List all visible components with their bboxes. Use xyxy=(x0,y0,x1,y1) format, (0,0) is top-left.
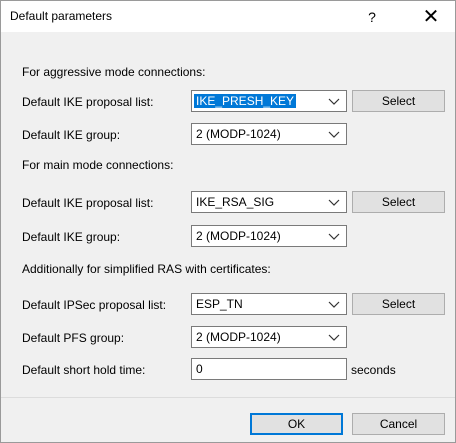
chevron-down-icon xyxy=(328,334,340,341)
close-button[interactable]: ✕ xyxy=(413,4,449,30)
main-select-button[interactable]: Select xyxy=(352,191,445,213)
short-hold-label: Default short hold time: xyxy=(22,363,146,377)
chevron-down-icon xyxy=(328,199,340,206)
aggressive-ike-group-value: 2 (MODP-1024) xyxy=(196,127,281,141)
ipsec-proposal-value: ESP_TN xyxy=(196,297,243,311)
short-hold-unit: seconds xyxy=(351,363,396,377)
aggressive-ike-group-select[interactable]: 2 (MODP-1024) xyxy=(191,123,347,145)
pfs-group-select[interactable]: 2 (MODP-1024) xyxy=(191,326,347,348)
chevron-down-icon xyxy=(328,233,340,240)
cancel-button[interactable]: Cancel xyxy=(352,413,445,435)
ok-button[interactable]: OK xyxy=(250,413,343,435)
aggressive-ike-proposal-value: IKE_PRESH_KEY xyxy=(194,94,297,108)
aggressive-select-button[interactable]: Select xyxy=(352,90,445,112)
chevron-down-icon xyxy=(328,131,340,138)
main-ike-proposal-label: Default IKE proposal list: xyxy=(22,196,154,210)
ras-select-button[interactable]: Select xyxy=(352,293,445,315)
default-parameters-dialog: Default parameters ? ✕ For aggressive mo… xyxy=(0,0,456,443)
main-ike-group-label: Default IKE group: xyxy=(22,230,121,244)
ras-heading: Additionally for simplified RAS with cer… xyxy=(22,262,271,276)
main-ike-group-value: 2 (MODP-1024) xyxy=(196,229,281,243)
pfs-group-value: 2 (MODP-1024) xyxy=(196,330,281,344)
short-hold-input[interactable]: 0 xyxy=(191,358,347,380)
pfs-group-label: Default PFS group: xyxy=(22,331,125,345)
short-hold-value: 0 xyxy=(196,362,203,376)
dialog-title: Default parameters xyxy=(10,9,113,23)
main-ike-group-select[interactable]: 2 (MODP-1024) xyxy=(191,225,347,247)
main-ike-proposal-select[interactable]: IKE_RSA_SIG xyxy=(191,191,347,213)
aggressive-ike-proposal-select[interactable]: IKE_PRESH_KEY xyxy=(191,90,347,112)
title-bar: Default parameters ? ✕ xyxy=(1,1,455,32)
ipsec-proposal-label: Default IPSec proposal list: xyxy=(22,298,167,312)
footer-divider xyxy=(1,397,455,398)
main-heading: For main mode connections: xyxy=(22,158,174,172)
chevron-down-icon xyxy=(328,301,340,308)
aggressive-heading: For aggressive mode connections: xyxy=(22,65,206,79)
aggressive-ike-proposal-label: Default IKE proposal list: xyxy=(22,95,154,109)
main-ike-proposal-value: IKE_RSA_SIG xyxy=(196,195,275,209)
chevron-down-icon xyxy=(328,98,340,105)
ipsec-proposal-select[interactable]: ESP_TN xyxy=(191,293,347,315)
help-button[interactable]: ? xyxy=(357,6,387,28)
aggressive-ike-group-label: Default IKE group: xyxy=(22,128,121,142)
